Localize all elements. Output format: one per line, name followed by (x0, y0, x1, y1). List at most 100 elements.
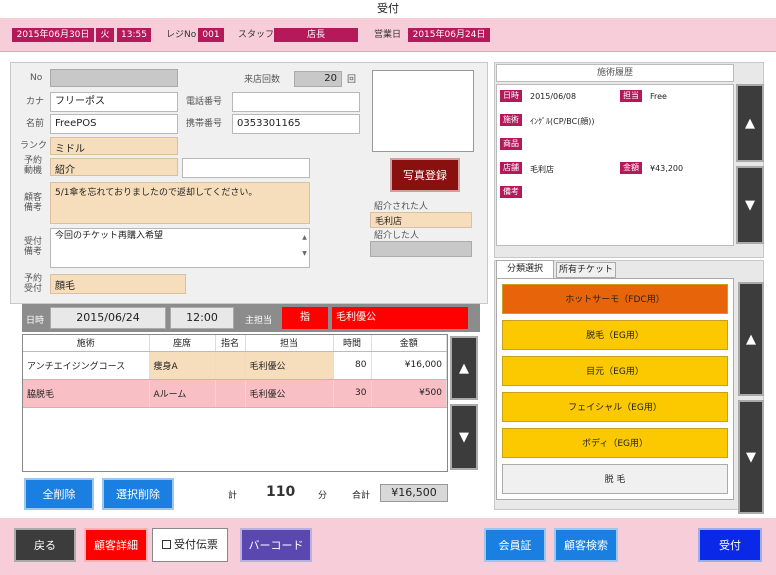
no-label: No (30, 73, 43, 83)
tab-owned-tickets[interactable]: 所有チケット (556, 262, 616, 278)
category-hot-thermo[interactable]: ホットサーモ（FDC用） (502, 284, 728, 314)
main-staff-field[interactable]: 毛利優公 (332, 307, 468, 329)
register-label: レジNo (166, 30, 197, 40)
mobile-field[interactable]: 0353301165 (232, 114, 360, 134)
history-amount-value: ¥43,200 (650, 164, 684, 173)
history-amount-label: 金額 (620, 162, 642, 174)
history-treatment-label: 施術 (500, 114, 522, 126)
category-hair-removal[interactable]: 脱毛（EG用） (502, 320, 728, 350)
table-row[interactable]: アンチエイジングコース 痩身A 毛利優公 80 ¥16,000 (23, 351, 447, 380)
arrow-up-icon: ▲ (746, 331, 756, 347)
phone-field[interactable] (232, 92, 360, 112)
reception-note-scrollbar[interactable]: ▲ ▼ (300, 230, 309, 266)
cell-treatment: 脇脱毛 (23, 379, 150, 408)
rank-label: ランク (20, 141, 48, 151)
staff-name: 店長 (274, 28, 358, 42)
cell-staff: 毛利優公 (245, 351, 334, 380)
register-number: 001 (198, 28, 224, 42)
history-store-label: 店舗 (500, 162, 522, 174)
header-amount: 金額 (371, 335, 447, 352)
current-weekday: 火 (96, 28, 114, 42)
customer-detail-button[interactable]: 顧客詳細 (84, 528, 148, 562)
phone-label: 電話番号 (186, 97, 223, 107)
reservation-reason-label: 予約 動機 (24, 156, 43, 176)
rank-field[interactable]: ミドル (50, 137, 178, 155)
kana-field[interactable]: フリーポス (50, 92, 178, 112)
history-scroll-down-button[interactable]: ▼ (736, 166, 764, 244)
back-button[interactable]: 戻る (14, 528, 76, 562)
arrow-up-icon: ▲ (459, 360, 469, 376)
arrow-down-icon: ▼ (745, 197, 755, 213)
header-seat: 座席 (149, 335, 216, 352)
header-treatment: 施術 (23, 335, 150, 352)
category-scroll-up-button[interactable]: ▲ (738, 282, 764, 396)
table-scroll-up-button[interactable]: ▲ (450, 336, 478, 400)
reservation-reason-extra-field[interactable] (182, 158, 310, 178)
customer-photo (372, 70, 474, 152)
arrow-down-icon: ▼ (459, 429, 469, 445)
header-duration: 時間 (333, 335, 372, 352)
reservation-reception-field[interactable]: 顔毛 (50, 274, 186, 294)
items-table-header: 施術 座席 指名 担当 時間 金額 (23, 335, 447, 352)
receipt-slip-toggle[interactable]: 受付伝票 (152, 528, 228, 562)
delete-all-button[interactable]: 全削除 (24, 478, 94, 510)
main-staff-label: 主担当 (245, 316, 273, 326)
member-card-button[interactable]: 会員証 (484, 528, 546, 562)
category-facial[interactable]: フェイシャル（EG用） (502, 392, 728, 422)
schedule-date-label: 日時 (26, 316, 45, 326)
sum-label: 合計 (352, 491, 371, 501)
history-store-value: 毛利店 (530, 165, 554, 174)
history-treatment-value: ｲﾝｸﾞﾙ(CP/BC(顔)) (530, 117, 595, 126)
current-time: 13:55 (117, 28, 151, 42)
arrow-down-icon: ▼ (746, 449, 756, 465)
name-field[interactable]: FreePOS (50, 114, 178, 134)
delete-selected-button[interactable]: 選択削除 (102, 478, 174, 510)
category-eye[interactable]: 目元（EG用） (502, 356, 728, 386)
visit-count-field: 20 (294, 71, 342, 87)
cell-duration: 30 (333, 379, 372, 408)
visit-count-label: 来店回数 (244, 75, 281, 85)
cell-nomination (215, 351, 246, 380)
visit-count-unit: 回 (347, 75, 357, 85)
cell-seat: Aルーム (149, 379, 216, 408)
sum-value: ¥16,500 (380, 484, 448, 502)
reservation-reason-field[interactable]: 紹介 (50, 158, 178, 176)
customer-search-button[interactable]: 顧客検索 (554, 528, 618, 562)
barcode-button[interactable]: バーコード (240, 528, 312, 562)
reception-note-label: 受付 備考 (24, 237, 43, 257)
cell-amount: ¥16,000 (371, 351, 447, 380)
checkbox-icon (162, 540, 171, 549)
referred-field[interactable] (370, 241, 472, 257)
history-scroll-up-button[interactable]: ▲ (736, 84, 764, 162)
table-scroll-down-button[interactable]: ▼ (450, 404, 478, 470)
customer-note-field[interactable]: 5/1傘を忘れておりましたので返却してください。 (50, 182, 310, 224)
cell-treatment: アンチエイジングコース (23, 351, 150, 380)
customer-no-field[interactable] (50, 69, 178, 87)
reception-button[interactable]: 受付 (698, 528, 762, 562)
customer-note-label: 顧客 備考 (24, 193, 43, 213)
name-label: 名前 (26, 119, 45, 129)
history-date-label: 日時 (500, 90, 522, 102)
mobile-label: 携帯番号 (186, 119, 223, 129)
cell-duration: 80 (333, 351, 372, 380)
schedule-date-field[interactable]: 2015/06/24 (50, 307, 166, 329)
history-staff-value: Free (650, 92, 667, 101)
total-minutes: 110 (266, 484, 296, 500)
history-staff-label: 担当 (620, 90, 642, 102)
category-body[interactable]: ボディ（EG用） (502, 428, 728, 458)
business-day: 2015年06月24日 (408, 28, 490, 42)
category-hair-removal-2[interactable]: 脱 毛 (502, 464, 728, 494)
designation-badge[interactable]: 指 (282, 307, 328, 329)
tab-category-select[interactable]: 分類選択 (496, 260, 554, 278)
history-date-value: 2015/06/08 (530, 92, 577, 101)
reception-note-field[interactable]: 今回のチケット再購入希望 (50, 228, 310, 268)
total-label: 計 (228, 491, 238, 501)
schedule-time-field[interactable]: 12:00 (170, 307, 234, 329)
staff-label: スタッフ (238, 30, 275, 40)
photo-register-button[interactable]: 写真登録 (390, 158, 460, 192)
category-scroll-down-button[interactable]: ▼ (738, 400, 764, 514)
table-row[interactable]: 脇脱毛 Aルーム 毛利優公 30 ¥500 (23, 379, 447, 408)
referred-by-field[interactable]: 毛利店 (370, 212, 472, 228)
receipt-slip-label: 受付伝票 (174, 538, 218, 551)
cell-seat: 痩身A (149, 351, 216, 380)
